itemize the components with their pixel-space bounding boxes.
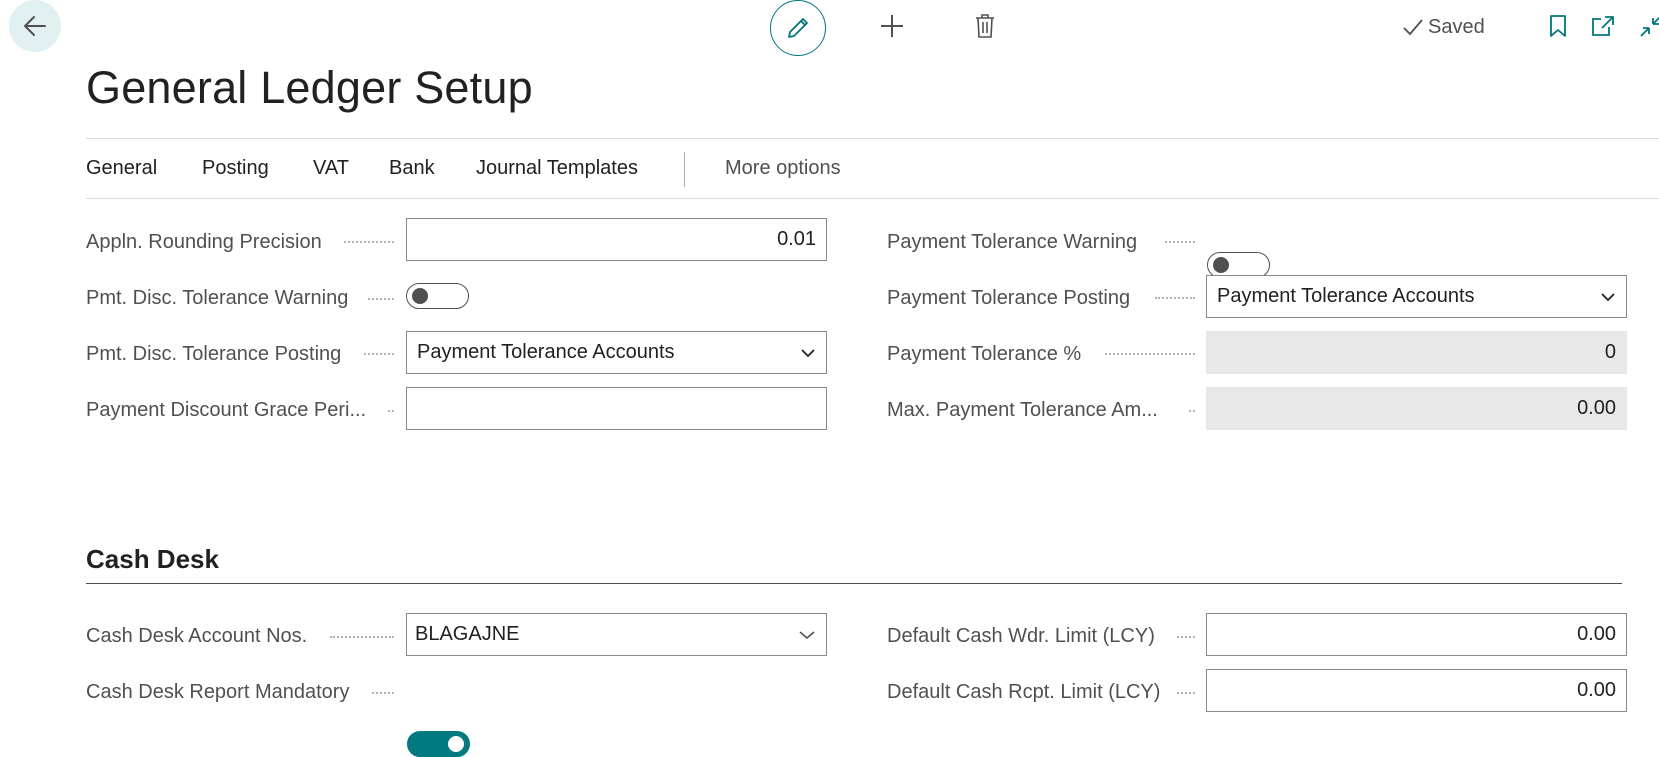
saved-label: Saved — [1428, 15, 1485, 38]
delete-button[interactable] — [965, 6, 1005, 46]
new-button[interactable] — [872, 6, 912, 46]
default-cash-rcpt-limit-input[interactable]: 0.00 — [1206, 669, 1627, 712]
payment-discount-grace-period-input[interactable] — [406, 387, 827, 430]
saved-status: Saved — [1402, 14, 1485, 40]
pmt-disc-tolerance-warning-label: Pmt. Disc. Tolerance Warning — [86, 287, 349, 309]
field-dots — [372, 692, 394, 694]
pmt-disc-tolerance-posting-value: Payment Tolerance Accounts — [417, 341, 675, 363]
field-dots — [388, 410, 394, 412]
open-new-window-button[interactable] — [1588, 11, 1618, 41]
plus-icon — [881, 15, 903, 37]
tab-separator — [684, 152, 685, 187]
cash-desk-report-mandatory-toggle[interactable] — [407, 731, 470, 757]
payment-tolerance-warning-label: Payment Tolerance Warning — [887, 231, 1138, 253]
collapse-icon — [1640, 16, 1659, 37]
field-dots — [364, 353, 394, 355]
field-dots — [344, 241, 394, 243]
chevron-down-icon — [799, 630, 815, 639]
back-arrow-icon — [24, 16, 46, 36]
edit-button[interactable] — [770, 0, 826, 56]
payment-tolerance-pct-input: 0 — [1206, 331, 1627, 374]
tab-posting[interactable]: Posting — [202, 157, 269, 180]
payment-tolerance-posting-label: Payment Tolerance Posting — [887, 287, 1131, 309]
trash-icon — [976, 14, 994, 38]
field-dots — [1189, 410, 1195, 412]
pencil-icon — [788, 18, 808, 38]
default-cash-wdr-limit-label: Default Cash Wdr. Limit (LCY) — [887, 625, 1155, 647]
field-dots — [1105, 353, 1195, 355]
chevron-down-icon — [801, 348, 815, 357]
back-button[interactable] — [9, 0, 61, 52]
field-dots — [330, 636, 394, 638]
cash-desk-section-title[interactable]: Cash Desk — [86, 544, 219, 575]
cash-desk-account-nos-label: Cash Desk Account Nos. — [86, 625, 308, 647]
field-dots — [1155, 297, 1195, 299]
pmt-disc-tolerance-posting-select[interactable]: Payment Tolerance Accounts — [406, 331, 827, 374]
appln-rounding-precision-label: Appln. Rounding Precision — [86, 231, 322, 253]
payment-discount-grace-period-label: Payment Discount Grace Peri... — [86, 399, 367, 421]
appln-rounding-precision-input[interactable]: 0.01 — [406, 218, 827, 261]
field-dots — [1165, 241, 1195, 243]
tabs-divider-bottom — [86, 198, 1659, 199]
bookmark-button[interactable] — [1543, 11, 1573, 41]
more-options-tab[interactable]: More options — [725, 157, 841, 180]
collapse-button[interactable] — [1636, 11, 1659, 41]
payment-tolerance-posting-select[interactable]: Payment Tolerance Accounts — [1206, 275, 1627, 318]
tabs-divider-top — [86, 138, 1659, 139]
max-payment-tolerance-amount-input: 0.00 — [1206, 387, 1627, 430]
cash-desk-account-nos-select[interactable]: BLAGAJNE — [406, 613, 827, 656]
tab-journal-templates[interactable]: Journal Templates — [476, 157, 638, 180]
default-cash-wdr-limit-input[interactable]: 0.00 — [1206, 613, 1627, 656]
chevron-down-icon — [1601, 292, 1615, 301]
field-dots — [368, 298, 394, 300]
pmt-disc-tolerance-posting-label: Pmt. Disc. Tolerance Posting — [86, 343, 342, 365]
payment-tolerance-pct-label: Payment Tolerance % — [887, 343, 1082, 365]
field-dots — [1177, 692, 1195, 694]
cash-desk-account-nos-value: BLAGAJNE — [415, 623, 520, 645]
tab-general[interactable]: General — [86, 157, 157, 180]
checkmark-icon — [1403, 19, 1423, 36]
tab-bank[interactable]: Bank — [389, 157, 435, 180]
default-cash-rcpt-limit-label: Default Cash Rcpt. Limit (LCY) — [887, 681, 1161, 703]
cash-desk-report-mandatory-label: Cash Desk Report Mandatory — [86, 681, 350, 703]
popout-icon — [1592, 16, 1614, 36]
field-dots — [1177, 636, 1195, 638]
page-title: General Ledger Setup — [86, 62, 533, 113]
max-payment-tolerance-amount-label: Max. Payment Tolerance Am... — [887, 399, 1158, 421]
tab-vat[interactable]: VAT — [313, 157, 349, 180]
pmt-disc-tolerance-warning-toggle[interactable] — [406, 283, 469, 309]
section-divider — [86, 583, 1622, 584]
bookmark-icon — [1550, 15, 1566, 37]
payment-tolerance-posting-value: Payment Tolerance Accounts — [1217, 285, 1475, 307]
